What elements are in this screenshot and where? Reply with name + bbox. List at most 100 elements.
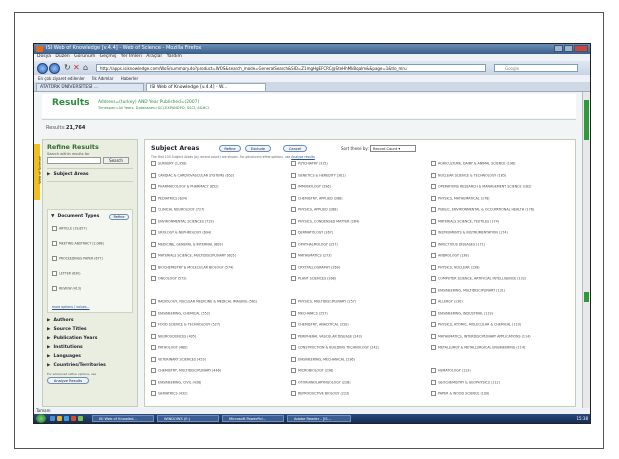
checkbox[interactable] <box>431 276 436 281</box>
subject-area-option[interactable]: INSTRUMENTS & INSTRUMENTATION (174) <box>431 230 567 237</box>
scrollbar-thumb[interactable] <box>584 100 589 140</box>
web-search-input[interactable]: Google <box>494 64 578 72</box>
checkbox[interactable] <box>431 184 436 189</box>
subject-area-option[interactable]: BIOCHEMISTRY & MOLECULAR BIOLOGY (574) <box>151 264 287 272</box>
subject-area-option[interactable]: PEDIATRICS (634) <box>151 195 287 203</box>
checkbox[interactable] <box>151 172 156 178</box>
checkbox[interactable] <box>431 230 436 235</box>
checkbox[interactable] <box>291 299 296 304</box>
taskbar-item-powerpoint[interactable]: Microsoft PowerPoi... <box>222 415 284 422</box>
checkbox[interactable] <box>52 286 57 291</box>
subject-area-option[interactable]: MECHANICS (257) <box>291 310 427 318</box>
subject-area-option[interactable]: ENGINEERING, MULTIDISCIPLINARY (131) <box>431 287 567 295</box>
checkbox[interactable] <box>431 368 436 373</box>
menu-file[interactable]: Dosya <box>37 54 51 59</box>
subject-area-option[interactable]: CHEMISTRY, ANALYTICAL (250) <box>291 322 427 329</box>
checkbox[interactable] <box>291 322 296 327</box>
subject-exclude-button[interactable]: Exclude <box>245 145 271 152</box>
refine-search-button[interactable]: Search <box>103 157 129 164</box>
checkbox[interactable] <box>151 299 156 304</box>
analyze-results-link[interactable]: Analyze results <box>291 155 315 159</box>
quick-launch-icon[interactable] <box>64 416 69 421</box>
section-subject-areas[interactable]: ▶ Subject Areas <box>47 172 89 177</box>
checkbox[interactable] <box>431 195 436 201</box>
checkbox[interactable] <box>151 310 156 316</box>
checkbox[interactable] <box>291 172 296 178</box>
checkbox[interactable] <box>431 287 436 293</box>
bookmark-most-visited[interactable]: En çok ziyaret edilenler <box>38 76 85 81</box>
subject-area-option[interactable]: OPHTHALMOLOGY (257) <box>291 241 427 249</box>
checkbox[interactable] <box>291 184 296 189</box>
vertical-scrollbar[interactable] <box>582 92 590 408</box>
subject-area-option[interactable]: PERIPHERAL VASCULAR DISEASE (243) <box>291 333 427 341</box>
subject-area-option[interactable]: PHYSICS, CONDENSED MATTER (284) <box>291 218 427 226</box>
section-document-types[interactable]: ▼ Document Types <box>51 214 99 219</box>
subject-area-option[interactable]: MICROBIOLOGY (236) <box>291 368 427 375</box>
subject-area-option[interactable]: METALLURGY & METALLURGICAL ENGINEERING (… <box>431 345 567 352</box>
subject-area-option[interactable]: CHEMISTRY, APPLIED (288) <box>291 195 427 203</box>
checkbox[interactable] <box>52 256 57 261</box>
subject-area-option[interactable]: DERMATOLOGY (267) <box>291 230 427 237</box>
document-types-refine-button[interactable]: Refine <box>109 214 129 220</box>
menu-history[interactable]: Geçmiş <box>100 54 117 59</box>
subject-area-option[interactable]: ENGINEERING, MECHANICAL (236) <box>291 356 427 364</box>
checkbox[interactable] <box>151 161 156 166</box>
minimize-button[interactable] <box>554 45 563 52</box>
subject-area-option[interactable]: GERIATRICS (432) <box>151 391 287 398</box>
section-authors[interactable]: ▶ Authors <box>47 318 74 323</box>
checkbox[interactable] <box>291 218 296 224</box>
checkbox[interactable] <box>431 299 436 304</box>
tab-ataturk[interactable]: ATATÜRK ÜNİVERSİTESİ ... <box>36 83 144 91</box>
bookmark-getting-started[interactable]: İlk Adımlar <box>92 76 113 81</box>
menu-help[interactable]: Yardım <box>167 54 182 59</box>
doc-type-option[interactable]: PROCEEDINGS PAPER (677) <box>52 256 103 261</box>
checkbox[interactable] <box>151 230 156 235</box>
subject-area-option[interactable]: PHYSICS, NUCLEAR (138) <box>431 264 567 272</box>
quick-launch-icon[interactable] <box>57 416 62 421</box>
subject-cancel-button[interactable]: Cancel <box>283 145 307 152</box>
subject-area-option[interactable]: MATERIALS SCIENCE, MULTIDISCIPLINARY (60… <box>151 253 287 260</box>
subject-area-option[interactable]: PHYSICS, MATHEMATICAL (178) <box>431 195 567 203</box>
subject-area-option[interactable]: INFECTIOUS DISEASES (171) <box>431 241 567 249</box>
subject-area-option[interactable]: MEDICINE, GENERAL & INTERNAL (609) <box>151 241 287 249</box>
checkbox[interactable] <box>291 253 296 258</box>
subject-area-option[interactable]: GENETICS & HEREDITY (301) <box>291 172 427 180</box>
subject-area-option[interactable]: PHYSICS, ATOMIC, MOLECULAR & CHEMICAL (1… <box>431 322 567 329</box>
checkbox[interactable] <box>431 207 436 212</box>
checkbox[interactable] <box>431 172 436 178</box>
subject-area-option[interactable]: ONCOLOGY (572) <box>151 276 287 283</box>
checkbox[interactable] <box>151 379 156 385</box>
checkbox[interactable] <box>291 310 296 316</box>
taskbar-item-windows-drive[interactable]: WINDOWS (E:) <box>157 415 219 422</box>
checkbox[interactable] <box>291 391 296 396</box>
checkbox[interactable] <box>431 379 436 385</box>
subject-area-option[interactable]: UROLOGY & NEPHROLOGY (694) <box>151 230 287 237</box>
subject-area-option[interactable]: CARDIAC & CARDIOVASCULAR SYSTEMS (652) <box>151 172 287 180</box>
subject-area-option[interactable]: CLINICAL NEUROLOGY (727) <box>151 207 287 214</box>
checkbox[interactable] <box>52 226 57 231</box>
subject-area-option[interactable]: FOOD SCIENCE & TECHNOLOGY (527) <box>151 322 287 329</box>
subject-area-option[interactable]: MATHEMATICS (273) <box>291 253 427 260</box>
section-languages[interactable]: ▶ Languages <box>47 354 81 359</box>
subject-area-option[interactable]: CRYSTALLOGRAPHY (269) <box>291 264 427 272</box>
subject-area-option[interactable]: PHYSICS, APPLIED (288) <box>291 207 427 214</box>
checkbox[interactable] <box>151 184 156 189</box>
start-button[interactable] <box>36 414 46 423</box>
subject-area-option[interactable]: ALLERGY (130) <box>431 299 567 306</box>
checkbox[interactable] <box>151 195 156 201</box>
subject-area-option[interactable]: PLANT SCIENCES (268) <box>291 276 427 283</box>
checkbox[interactable] <box>291 264 296 270</box>
subject-area-option[interactable]: GEOCHEMISTRY & GEOPHYSICS (112) <box>431 379 567 387</box>
reload-icon[interactable]: ↻ <box>64 63 71 73</box>
checkbox[interactable] <box>291 207 296 212</box>
refine-search-input[interactable] <box>47 157 101 164</box>
checkbox[interactable] <box>52 271 57 276</box>
checkbox[interactable] <box>431 161 436 166</box>
close-button[interactable] <box>574 45 588 52</box>
checkbox[interactable] <box>291 161 296 166</box>
quick-launch-icon[interactable] <box>50 416 55 421</box>
quick-launch-icon[interactable] <box>71 416 76 421</box>
sort-select[interactable]: Record Count ▾ <box>370 145 416 152</box>
subject-area-option[interactable]: ENGINEERING, CHEMICAL (552) <box>151 310 287 318</box>
checkbox[interactable] <box>431 310 436 316</box>
